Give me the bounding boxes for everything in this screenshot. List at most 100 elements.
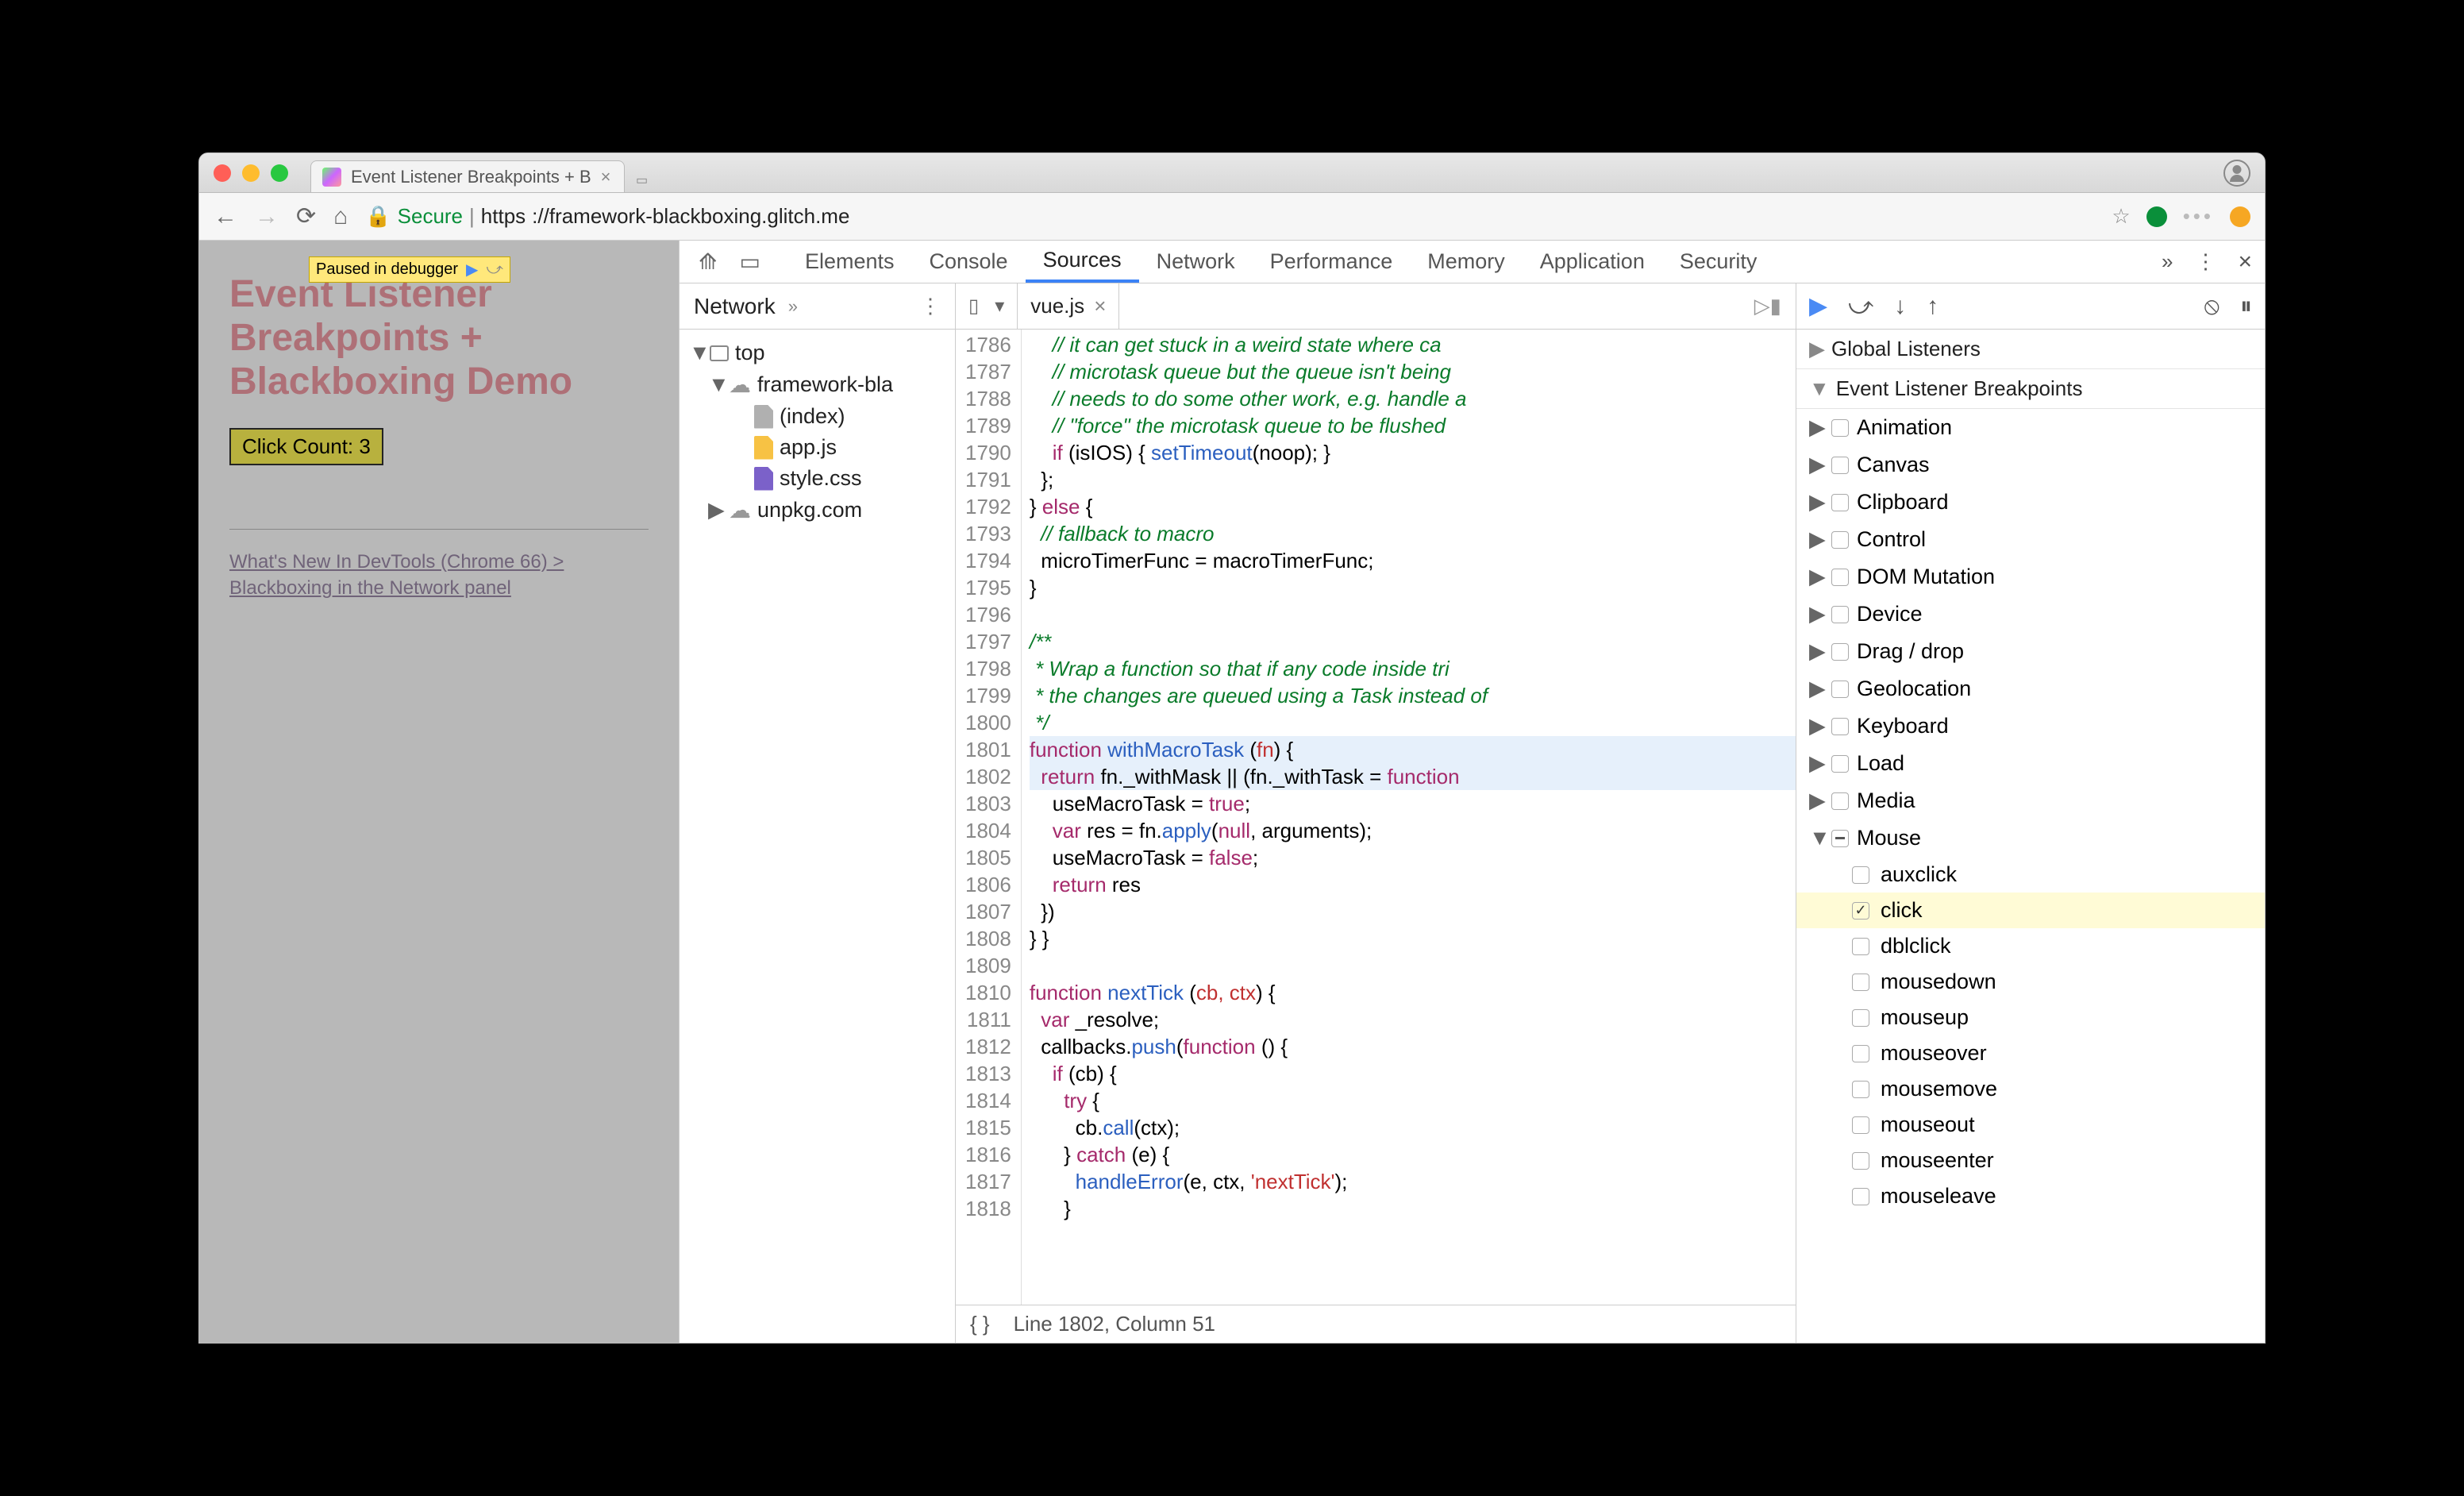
checkbox-icon[interactable]: [1831, 755, 1849, 773]
devtools-menu-icon[interactable]: ⋮: [2195, 249, 2216, 274]
event-dblclick[interactable]: dblclick: [1796, 928, 2265, 964]
navigator-tab[interactable]: Network: [694, 294, 776, 319]
event-mousedown[interactable]: mousedown: [1796, 964, 2265, 1000]
checkbox-icon[interactable]: [1852, 1081, 1869, 1098]
back-button[interactable]: ←: [214, 203, 237, 230]
global-listeners-section[interactable]: ▶Global Listeners: [1796, 330, 2265, 369]
checkbox-icon[interactable]: [1852, 1188, 1869, 1205]
event-category-clipboard[interactable]: ▶Clipboard: [1796, 484, 2265, 521]
bookmark-icon[interactable]: ☆: [2112, 204, 2130, 229]
checkbox-icon[interactable]: [1852, 866, 1869, 884]
tree-cdn[interactable]: ▶☁unpkg.com: [686, 494, 949, 526]
event-category-dom-mutation[interactable]: ▶DOM Mutation: [1796, 558, 2265, 596]
event-click[interactable]: click: [1796, 893, 2265, 928]
checkbox-icon[interactable]: [1852, 1152, 1869, 1170]
checkbox-icon[interactable]: [1831, 419, 1849, 437]
navigator-menu-icon[interactable]: ⋮: [920, 294, 941, 318]
reload-button[interactable]: ⟳: [296, 202, 316, 230]
checkbox-icon[interactable]: [1831, 606, 1849, 623]
step-out-icon[interactable]: ↑: [1927, 293, 1938, 320]
extension-orange-icon[interactable]: [2230, 206, 2250, 227]
event-category-control[interactable]: ▶Control: [1796, 521, 2265, 558]
devtools-tab-security[interactable]: Security: [1662, 241, 1775, 283]
devtools-tab-performance[interactable]: Performance: [1253, 241, 1411, 283]
pause-exceptions-icon[interactable]: ⏸: [2240, 293, 2252, 320]
checkbox-icon[interactable]: [1831, 457, 1849, 474]
event-auxclick[interactable]: auxclick: [1796, 857, 2265, 893]
event-category-canvas[interactable]: ▶Canvas: [1796, 446, 2265, 484]
checkbox-icon[interactable]: [1852, 1045, 1869, 1062]
checkbox-icon[interactable]: [1831, 681, 1849, 698]
event-mouseup[interactable]: mouseup: [1796, 1000, 2265, 1035]
checkbox-icon[interactable]: [1852, 1116, 1869, 1134]
more-tabs-icon[interactable]: »: [2162, 249, 2173, 274]
checkbox-icon[interactable]: [1831, 718, 1849, 735]
toggle-drawer-icon[interactable]: ▾: [995, 295, 1004, 318]
event-mouseout[interactable]: mouseout: [1796, 1107, 2265, 1143]
profile-icon[interactable]: [2223, 160, 2250, 187]
event-category-drag-drop[interactable]: ▶Drag / drop: [1796, 633, 2265, 670]
devtools-tab-application[interactable]: Application: [1523, 241, 1662, 283]
event-category-mouse[interactable]: ▼Mouse: [1796, 819, 2265, 857]
inspect-icon[interactable]: ⟰: [692, 249, 723, 275]
step-mini-icon[interactable]: ⤻: [486, 260, 502, 279]
resume-icon[interactable]: ▶: [1809, 292, 1827, 320]
event-mouseover[interactable]: mouseover: [1796, 1035, 2265, 1071]
tree-file-index[interactable]: (index): [686, 401, 949, 432]
event-category-load[interactable]: ▶Load: [1796, 745, 2265, 782]
checkbox-icon[interactable]: [1831, 643, 1849, 661]
checkbox-icon[interactable]: [1831, 494, 1849, 511]
deactivate-breakpoints-icon[interactable]: ⦸: [2204, 293, 2220, 320]
checkbox-icon[interactable]: [1852, 974, 1869, 991]
tree-file-appjs[interactable]: app.js: [686, 432, 949, 463]
line-gutter[interactable]: 1786178717881789179017911792179317941795…: [956, 330, 1022, 1305]
resume-mini-icon[interactable]: ▶: [466, 260, 478, 280]
checkbox-icon[interactable]: [1831, 830, 1849, 847]
browser-tab[interactable]: Event Listener Breakpoints + B ×: [310, 160, 625, 192]
step-into-icon[interactable]: ↓: [1894, 293, 1906, 320]
forward-button[interactable]: →: [255, 203, 279, 230]
event-mouseleave[interactable]: mouseleave: [1796, 1178, 2265, 1214]
event-mouseenter[interactable]: mouseenter: [1796, 1143, 2265, 1178]
close-file-icon[interactable]: ×: [1094, 294, 1106, 318]
checkbox-icon[interactable]: [1831, 792, 1849, 810]
checkbox-icon[interactable]: [1852, 938, 1869, 955]
close-devtools-icon[interactable]: ×: [2238, 249, 2252, 276]
checkbox-icon[interactable]: [1831, 569, 1849, 586]
toggle-navigator-icon[interactable]: ▯: [968, 295, 979, 318]
extension-dots-icon[interactable]: •••: [2183, 204, 2214, 229]
address-bar[interactable]: 🔒 Secure | https://framework-blackboxing…: [365, 204, 849, 229]
checkbox-icon[interactable]: [1831, 531, 1849, 549]
devtools-tab-elements[interactable]: Elements: [787, 241, 912, 283]
step-over-icon[interactable]: ⤻: [1848, 293, 1873, 320]
close-tab-icon[interactable]: ×: [601, 167, 611, 187]
devtools-tab-console[interactable]: Console: [912, 241, 1026, 283]
devtools-tab-sources[interactable]: Sources: [1026, 241, 1139, 283]
event-category-device[interactable]: ▶Device: [1796, 596, 2265, 633]
tree-file-stylecss[interactable]: style.css: [686, 463, 949, 494]
new-tab-button[interactable]: ▭: [628, 168, 656, 192]
event-mousemove[interactable]: mousemove: [1796, 1071, 2265, 1107]
pretty-print-icon[interactable]: { }: [970, 1312, 990, 1336]
minimize-window-icon[interactable]: [242, 164, 260, 182]
checkbox-icon[interactable]: [1852, 1009, 1869, 1027]
tree-top[interactable]: ▼top: [686, 337, 949, 368]
event-category-animation[interactable]: ▶Animation: [1796, 409, 2265, 446]
navigator-more-icon[interactable]: »: [788, 296, 798, 317]
device-toggle-icon[interactable]: ▭: [733, 249, 766, 275]
extension-green-icon[interactable]: [2146, 206, 2167, 227]
event-breakpoints-section[interactable]: ▼Event Listener Breakpoints: [1796, 369, 2265, 409]
home-button[interactable]: ⌂: [333, 203, 348, 230]
run-snippet-icon[interactable]: ▷▮: [1740, 294, 1796, 318]
close-window-icon[interactable]: [214, 164, 231, 182]
event-category-keyboard[interactable]: ▶Keyboard: [1796, 708, 2265, 745]
maximize-window-icon[interactable]: [271, 164, 288, 182]
event-category-media[interactable]: ▶Media: [1796, 782, 2265, 819]
tree-domain[interactable]: ▼☁framework-bla: [686, 368, 949, 401]
devtools-tab-network[interactable]: Network: [1139, 241, 1253, 283]
event-category-geolocation[interactable]: ▶Geolocation: [1796, 670, 2265, 708]
code-lines[interactable]: // it can get stuck in a weird state whe…: [1022, 330, 1796, 1305]
file-tab-vuejs[interactable]: vue.js ×: [1018, 283, 1119, 329]
checkbox-icon[interactable]: [1852, 902, 1869, 920]
devtools-tab-memory[interactable]: Memory: [1410, 241, 1523, 283]
